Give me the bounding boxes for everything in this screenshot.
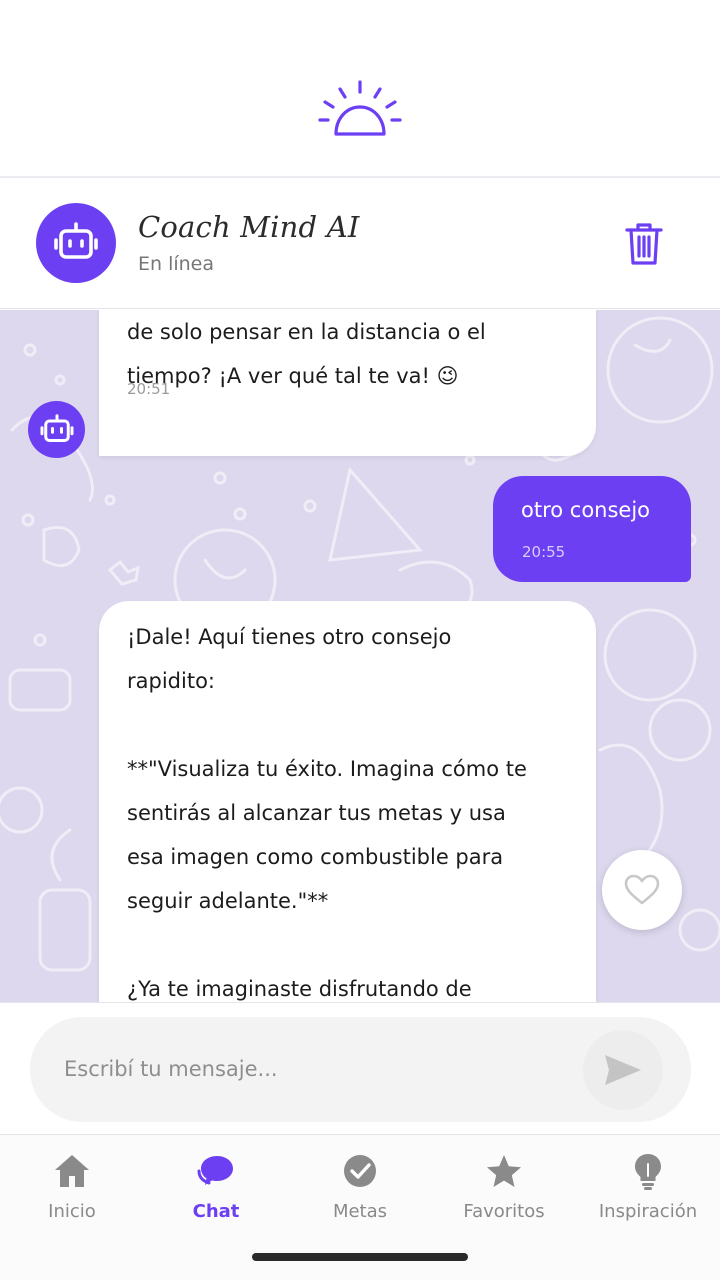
trash-icon bbox=[625, 223, 663, 265]
home-indicator[interactable] bbox=[252, 1253, 468, 1261]
coach-message: de solo pensar en la distancia o el tiem… bbox=[99, 310, 596, 456]
message-input[interactable] bbox=[64, 1044, 584, 1094]
nav-item-metas[interactable]: Metas bbox=[288, 1151, 432, 1231]
message-text: otro consejo bbox=[521, 498, 651, 522]
coach-name: Coach Mind AI bbox=[138, 210, 360, 244]
heart-icon bbox=[624, 874, 660, 905]
nav-item-chat[interactable]: Chat bbox=[144, 1151, 288, 1231]
coach-avatar bbox=[36, 203, 116, 283]
online-status: En línea bbox=[138, 253, 215, 275]
check-circle-icon bbox=[344, 1155, 376, 1187]
coach-message-avatar bbox=[28, 401, 85, 458]
message-composer bbox=[0, 1002, 720, 1134]
chat-messages-area[interactable]: de solo pensar en la distancia o el tiem… bbox=[0, 310, 720, 1002]
coach-message: ¡Dale! Aquí tienes otro consejo rapidito… bbox=[99, 601, 596, 1002]
nav-label: Inicio bbox=[48, 1201, 96, 1222]
nav-item-favoritos[interactable]: Favoritos bbox=[432, 1151, 576, 1231]
star-icon bbox=[487, 1155, 521, 1187]
message-input-container bbox=[30, 1017, 691, 1122]
favorite-button[interactable] bbox=[602, 850, 682, 930]
delete-chat-button[interactable] bbox=[620, 216, 668, 272]
nav-label: Inspiración bbox=[598, 1201, 698, 1222]
app-top-bar bbox=[0, 0, 720, 176]
sunrise-icon bbox=[318, 80, 402, 136]
user-message: otro consejo 20:55 bbox=[493, 476, 691, 582]
nav-label: Favoritos bbox=[463, 1201, 545, 1222]
chat-icon bbox=[197, 1156, 233, 1185]
chat-header: Coach Mind AI En línea bbox=[0, 178, 720, 309]
message-text: de solo pensar en la distancia o el tiem… bbox=[127, 320, 486, 388]
home-icon bbox=[55, 1155, 89, 1187]
robot-icon bbox=[40, 413, 73, 442]
nav-item-inspiracion[interactable]: Inspiración bbox=[576, 1151, 720, 1231]
nav-item-inicio[interactable]: Inicio bbox=[0, 1151, 144, 1231]
message-text: ¡Dale! Aquí tienes otro consejo rapidito… bbox=[127, 625, 527, 1001]
bottom-navigation: Inicio Chat Metas Favoritos Inspiración bbox=[0, 1134, 720, 1280]
robot-icon bbox=[54, 222, 98, 259]
send-icon bbox=[605, 1055, 641, 1085]
message-time: 20:51 bbox=[127, 380, 171, 398]
nav-label: Metas bbox=[332, 1201, 388, 1222]
lightbulb-icon bbox=[635, 1154, 661, 1190]
message-time: 20:55 bbox=[522, 543, 566, 561]
send-button[interactable] bbox=[583, 1030, 663, 1110]
nav-label: Chat bbox=[192, 1201, 240, 1222]
